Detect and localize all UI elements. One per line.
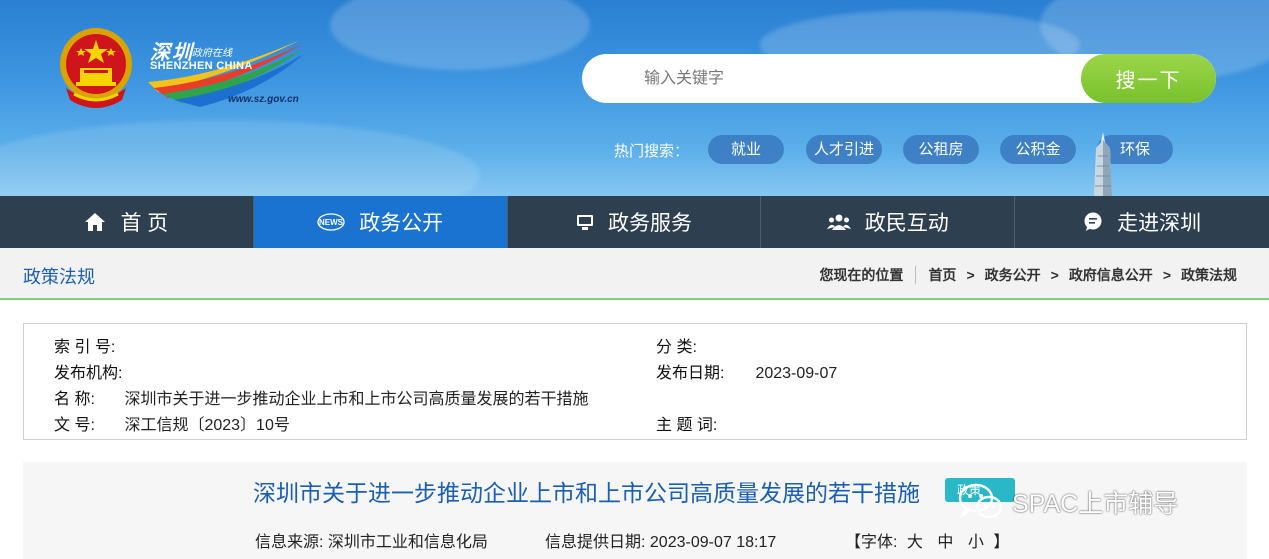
name-value: 深圳市关于进一步推动企业上市和上市公司高质量发展的若干措施: [124, 391, 589, 408]
subject-words-row: 主 题 词:: [656, 411, 722, 435]
hot-search-tag-jobs[interactable]: 就业: [708, 135, 784, 164]
hot-search-tag-housing-fund[interactable]: 公积金: [1000, 135, 1076, 164]
document-number-value: 深工信规〔2023〕10号: [124, 417, 290, 434]
font-size-medium-link[interactable]: 中: [937, 534, 953, 551]
breadcrumb-separator: >: [1050, 267, 1059, 283]
name-row: 名 称: 深圳市关于进一步推动企业上市和上市公司高质量发展的若干措施: [54, 385, 588, 409]
breadcrumb-home[interactable]: 首页: [928, 265, 956, 285]
provided-date-label: 信息提供日期:: [545, 534, 646, 551]
document-number-label: 文 号:: [54, 417, 95, 434]
logo-english-text: SHENZHEN CHINA: [150, 60, 253, 72]
hot-search-tag-talent[interactable]: 人才引进: [806, 135, 882, 164]
main-nav: 首 页 NEWS 政务公开 政务服务 政民互动 走进深圳: [0, 196, 1269, 248]
index-number-label: 索 引 号:: [54, 339, 116, 356]
national-emblem-icon[interactable]: [56, 26, 136, 112]
publish-date-value: 2023-09-07: [755, 365, 838, 382]
breadcrumb-government-affairs[interactable]: 政务公开: [985, 265, 1041, 285]
section-title: 政策法规: [23, 267, 95, 287]
name-label: 名 称:: [54, 391, 95, 408]
font-size-small-link[interactable]: 小: [968, 534, 984, 551]
background-cloud: [330, 0, 590, 70]
nav-item-label: 政务服务: [607, 212, 692, 235]
document-number-row: 文 号: 深工信规〔2023〕10号: [54, 411, 290, 435]
nav-item-government-affairs[interactable]: NEWS 政务公开: [253, 196, 508, 248]
publish-date-row: 发布日期: 2023-09-07: [656, 359, 837, 383]
nav-item-label: 政务公开: [359, 212, 444, 235]
search-input[interactable]: [582, 54, 1082, 103]
category-row: 分 类:: [656, 333, 701, 357]
article-source: 信息来源: 深圳市工业和信息化局: [255, 528, 488, 552]
article-provided-date: 信息提供日期: 2023-09-07 18:17: [545, 528, 776, 552]
font-size-large-link[interactable]: 大: [907, 534, 923, 551]
subject-words-label: 主 题 词:: [656, 417, 718, 434]
search-button[interactable]: 搜一下: [1081, 54, 1216, 103]
publish-date-label: 发布日期:: [656, 365, 725, 382]
index-number-row: 索 引 号:: [54, 333, 120, 357]
people-icon: [826, 213, 851, 231]
breadcrumb-location-label: 您现在的位置: [819, 267, 904, 283]
category-label: 分 类:: [656, 339, 697, 356]
watermark-text: SPAC上市辅导: [1012, 490, 1179, 518]
nav-item-label: 政民互动: [864, 212, 949, 235]
home-icon: [84, 212, 106, 232]
wechat-icon: [958, 483, 1003, 519]
font-size-switcher: 【字体: 大 中 小 】: [845, 528, 1009, 552]
nav-item-government-services[interactable]: 政务服务: [508, 196, 762, 248]
skyscraper-icon: [1094, 132, 1112, 196]
news-icon: NEWS: [317, 213, 345, 231]
nav-item-label: 走进深圳: [1117, 212, 1202, 235]
provided-date-value: 2023-09-07 18:17: [649, 534, 777, 551]
issuer-row: 发布机构:: [54, 359, 127, 383]
site-header: 深圳 政府在线 SHENZHEN CHINA www.sz.gov.cn 搜一下…: [0, 0, 1269, 196]
monitor-icon: [576, 213, 594, 231]
breadcrumb-policies[interactable]: 政策法规: [1181, 265, 1237, 285]
site-logo[interactable]: 深圳 政府在线 SHENZHEN CHINA www.sz.gov.cn: [148, 36, 308, 108]
chat-icon: [1083, 212, 1103, 232]
logo-url-text: www.sz.gov.cn: [228, 94, 299, 105]
font-size-label-open: 【字体:: [845, 534, 898, 551]
hot-search-tag-public-housing[interactable]: 公租房: [903, 135, 979, 164]
article-title: 深圳市关于进一步推动企业上市和上市公司高质量发展的若干措施: [253, 480, 920, 506]
source-value: 深圳市工业和信息化局: [327, 534, 488, 551]
issuer-label: 发布机构:: [54, 365, 123, 382]
nav-item-home[interactable]: 首 页: [0, 196, 254, 248]
nav-item-label: 首 页: [120, 212, 169, 235]
nav-item-explore-shenzhen[interactable]: 走进深圳: [1015, 196, 1269, 248]
breadcrumb: 您现在的位置 首页 > 政务公开 > 政府信息公开 > 政策法规: [819, 265, 1237, 285]
breadcrumb-separator: >: [1162, 267, 1171, 283]
font-size-label-close: 】: [993, 534, 1010, 551]
wechat-watermark: SPAC上市辅导: [958, 482, 1178, 522]
breadcrumb-separator: >: [966, 267, 975, 283]
background-cloud: [0, 120, 480, 196]
nav-item-public-interaction[interactable]: 政民互动: [761, 196, 1016, 248]
hot-search-label: 热门搜索：: [614, 143, 690, 160]
source-label: 信息来源:: [255, 534, 324, 551]
svg-text:NEWS: NEWS: [319, 218, 344, 227]
breadcrumb-info-disclosure[interactable]: 政府信息公开: [1069, 265, 1153, 285]
breadcrumb-divider: [915, 266, 917, 284]
breadcrumb-bar: 政策法规 您现在的位置 首页 > 政务公开 > 政府信息公开 > 政策法规: [0, 248, 1269, 300]
search-bar: 搜一下: [582, 54, 1216, 103]
document-info-table: 索 引 号: 分 类: 发布机构: 发布日期: 2023-09-07 名 称: …: [23, 323, 1247, 440]
logo-tagline-text: 政府在线: [192, 48, 232, 59]
